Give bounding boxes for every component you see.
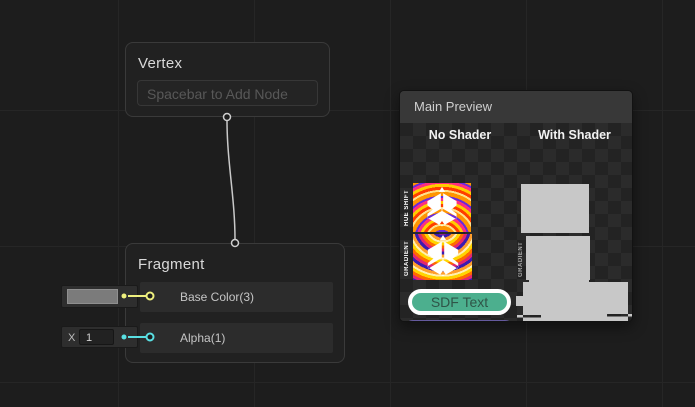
alpha-value-widget[interactable]: X 1 <box>61 326 138 348</box>
unity-logo-icon <box>419 185 465 231</box>
gradient-vertical-label-rendered: GRADIENT <box>518 238 524 280</box>
main-preview-body: No Shader With Shader HUE SHIFT GRADIENT… <box>400 123 632 322</box>
gradient-vertical-label: GRADIENT <box>404 236 410 280</box>
main-preview-panel[interactable]: Main Preview No Shader With Shader HUE S… <box>399 90 633 322</box>
base-color-label: Base Color(3) <box>180 290 254 304</box>
shader-render-gradient <box>526 236 590 280</box>
color-swatch[interactable] <box>67 289 118 304</box>
base-color-input-row[interactable]: Base Color(3) <box>140 282 333 312</box>
unity-logo-icon <box>419 234 467 280</box>
shader-render-hue-shift <box>521 184 589 233</box>
sdf-text-preview: SDF Text <box>408 289 511 315</box>
vertex-fragment-edge[interactable] <box>227 121 235 240</box>
alpha-label: Alpha(1) <box>180 331 225 345</box>
vertex-node-title: Vertex <box>138 55 182 72</box>
fragment-master-node[interactable]: Fragment Base Color(3) Alpha(1) <box>125 243 345 363</box>
preview-texture-hue-shift <box>413 183 471 232</box>
preview-texture-gradient <box>413 234 472 280</box>
column-header-no-shader: No Shader <box>410 128 510 142</box>
vertex-master-node[interactable]: Vertex Spacebar to Add Node <box>125 42 330 117</box>
add-node-hint[interactable]: Spacebar to Add Node <box>137 80 318 106</box>
base-color-value-widget[interactable] <box>61 285 138 308</box>
shader-render-text-blobs <box>501 278 633 322</box>
fragment-node-title: Fragment <box>138 256 205 273</box>
main-preview-title[interactable]: Main Preview <box>400 91 632 123</box>
x-component-label: X <box>68 327 75 347</box>
hue-shift-vertical-label: HUE SHIFT <box>404 185 410 231</box>
bitmap-text-preview: Bitmap Text <box>404 320 514 322</box>
column-header-with-shader: With Shader <box>522 128 627 142</box>
alpha-value-field[interactable]: 1 <box>79 329 114 345</box>
alpha-input-row[interactable]: Alpha(1) <box>140 323 333 353</box>
